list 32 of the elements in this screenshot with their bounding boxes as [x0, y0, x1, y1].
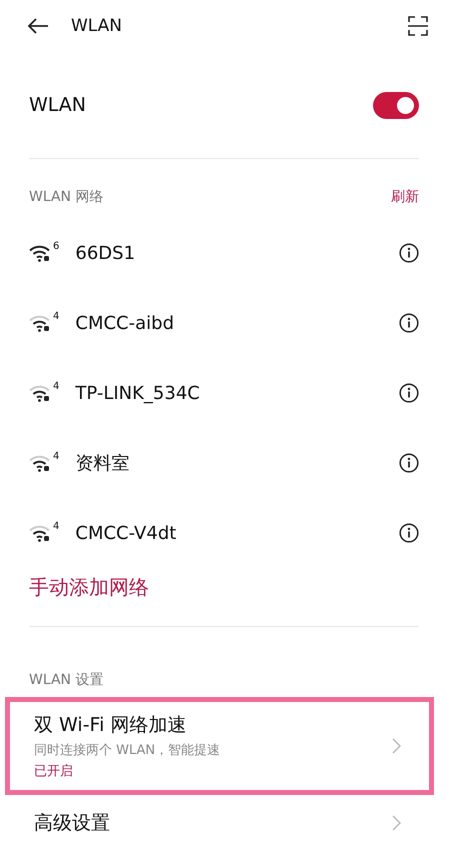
chevron-icon — [392, 738, 401, 754]
add-network-link[interactable]: 手动添加网络 — [29, 574, 149, 601]
info-icon[interactable] — [399, 243, 419, 263]
wifi-standard: 4 — [53, 310, 60, 322]
wifi-standard: 4 — [53, 450, 60, 462]
section-title: WLAN 设置 — [29, 671, 104, 689]
back-icon[interactable] — [27, 18, 49, 34]
refresh-link[interactable]: 刷新 — [391, 188, 419, 206]
setting-title: 双 Wi-Fi 网络加速 — [34, 713, 188, 738]
chevron-icon — [392, 815, 401, 831]
wlan-toggle[interactable] — [373, 92, 419, 118]
section-title: WLAN 网络 — [29, 188, 104, 206]
wifi-standard: 4 — [53, 520, 60, 532]
wifi-standard: 4 — [53, 380, 60, 392]
info-icon[interactable] — [399, 523, 419, 543]
wifi-standard: 6 — [53, 240, 60, 252]
wlan-label: WLAN — [29, 94, 86, 116]
network-name[interactable]: CMCC-aibd — [75, 312, 399, 334]
network-name[interactable]: 资料室 — [75, 451, 399, 475]
info-icon[interactable] — [399, 383, 419, 403]
network-name[interactable]: TP-LINK_534C — [75, 382, 399, 404]
setting-description: 同时连接两个 WLAN，智能提速 — [34, 742, 220, 759]
setting-item[interactable]: 高级设置 — [5, 795, 434, 851]
scan-icon[interactable] — [408, 16, 428, 36]
network-name[interactable]: 66DS1 — [75, 242, 399, 264]
page-title: WLAN — [71, 16, 124, 36]
info-icon[interactable] — [399, 453, 419, 473]
network-name[interactable]: CMCC-V4dt — [75, 522, 399, 544]
setting-item[interactable]: 双 Wi-Fi 网络加速 同时连接两个 WLAN，智能提速 已开启 — [5, 697, 434, 795]
info-icon[interactable] — [399, 313, 419, 333]
setting-title: 高级设置 — [34, 811, 110, 836]
setting-status: 已开启 — [34, 763, 74, 780]
